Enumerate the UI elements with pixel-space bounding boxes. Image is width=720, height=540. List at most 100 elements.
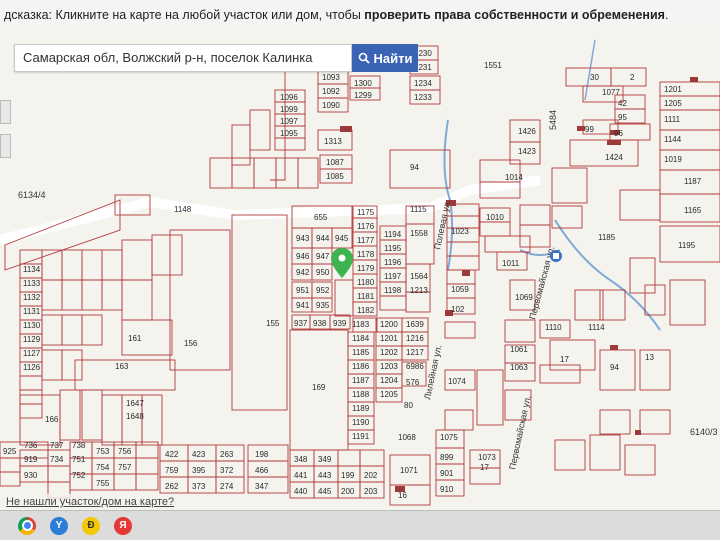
svg-text:1087: 1087 [326, 158, 344, 167]
zone-label-6134: 6134/4 [18, 190, 46, 200]
svg-text:163: 163 [115, 362, 129, 371]
map-poi-icon [550, 250, 562, 262]
svg-text:1063: 1063 [510, 363, 528, 372]
svg-text:440: 440 [294, 487, 308, 496]
yandex-disk-icon[interactable]: Ð [82, 516, 100, 535]
svg-text:262: 262 [165, 482, 179, 491]
svg-text:17: 17 [480, 463, 489, 472]
svg-text:1127: 1127 [23, 349, 41, 358]
svg-text:1217: 1217 [406, 348, 424, 357]
svg-text:441: 441 [294, 471, 308, 480]
svg-text:576: 576 [406, 378, 420, 387]
svg-text:1061: 1061 [510, 345, 528, 354]
svg-text:947: 947 [316, 252, 330, 261]
svg-text:1185: 1185 [352, 348, 370, 357]
svg-text:1111: 1111 [664, 115, 681, 124]
svg-text:422: 422 [165, 450, 179, 459]
svg-text:13: 13 [645, 353, 654, 362]
svg-text:1182: 1182 [357, 306, 375, 315]
svg-text:1426: 1426 [518, 127, 536, 136]
svg-text:1205: 1205 [664, 99, 682, 108]
svg-text:1423: 1423 [518, 147, 536, 156]
svg-text:1132: 1132 [23, 293, 41, 302]
yandex-browser-icon[interactable]: Я [114, 516, 132, 535]
svg-text:1213: 1213 [410, 286, 428, 295]
address-search-input[interactable]: Самарская обл, Волжский р-н, поселок Кал… [14, 44, 352, 72]
svg-text:930: 930 [24, 471, 38, 480]
svg-text:1195: 1195 [384, 244, 402, 253]
zone-label-6140: 6140/3 [690, 427, 718, 437]
svg-text:1189: 1189 [352, 404, 370, 413]
svg-text:443: 443 [318, 471, 332, 480]
map-canvas[interactable]: Полевая ул. Первомайская ул. Лилейная ул… [0, 30, 720, 510]
svg-text:95: 95 [618, 113, 627, 122]
svg-text:1010: 1010 [486, 213, 504, 222]
svg-text:1558: 1558 [410, 229, 428, 238]
svg-text:99: 99 [585, 125, 594, 134]
svg-text:202: 202 [364, 471, 378, 480]
svg-text:1068: 1068 [398, 433, 416, 442]
svg-text:1234: 1234 [414, 79, 432, 88]
hint-bar: дсказка: Кликните на карте на любой учас… [0, 0, 720, 30]
svg-text:734: 734 [50, 455, 64, 464]
svg-text:6986: 6986 [406, 362, 424, 371]
svg-text:751: 751 [72, 455, 86, 464]
svg-text:1129: 1129 [23, 335, 41, 344]
svg-text:1205: 1205 [380, 390, 398, 399]
svg-text:1071: 1071 [400, 466, 418, 475]
svg-text:952: 952 [316, 286, 330, 295]
svg-text:1179: 1179 [357, 264, 375, 273]
svg-text:1093: 1093 [322, 73, 340, 82]
svg-text:946: 946 [296, 252, 310, 261]
svg-text:395: 395 [192, 466, 206, 475]
svg-text:94: 94 [610, 363, 619, 372]
svg-text:1184: 1184 [352, 334, 370, 343]
svg-text:1014: 1014 [505, 173, 523, 182]
svg-text:1198: 1198 [384, 286, 402, 295]
svg-text:349: 349 [318, 455, 332, 464]
svg-text:1175: 1175 [357, 208, 375, 217]
svg-text:935: 935 [316, 301, 330, 310]
hint-bold: проверить права собственности и обремене… [364, 8, 665, 22]
svg-text:1216: 1216 [406, 334, 424, 343]
svg-text:1126: 1126 [23, 363, 41, 372]
svg-text:1181: 1181 [357, 292, 375, 301]
svg-text:1073: 1073 [478, 453, 496, 462]
svg-text:1187: 1187 [352, 376, 370, 385]
svg-text:1092: 1092 [322, 87, 340, 96]
svg-text:753: 753 [96, 447, 110, 456]
svg-text:756: 756 [118, 447, 132, 456]
left-scroll-handle-bottom[interactable] [0, 134, 11, 158]
left-scroll-handle-top[interactable] [0, 100, 11, 124]
svg-text:736: 736 [24, 441, 38, 450]
svg-text:1110: 1110 [545, 323, 562, 332]
svg-text:755: 755 [96, 479, 110, 488]
svg-text:347: 347 [255, 482, 269, 491]
svg-text:754: 754 [96, 463, 110, 472]
svg-text:1639: 1639 [406, 320, 424, 329]
svg-text:938: 938 [313, 319, 327, 328]
svg-text:1099: 1099 [280, 105, 298, 114]
svg-text:1097: 1097 [280, 117, 298, 126]
svg-text:94: 94 [410, 163, 419, 172]
svg-text:1178: 1178 [357, 250, 375, 259]
not-found-link[interactable]: Не нашли участок/дом на карте? [0, 494, 175, 510]
svg-text:1201: 1201 [664, 85, 682, 94]
svg-text:1202: 1202 [380, 348, 398, 357]
yandex-y-icon[interactable]: Y [50, 516, 68, 535]
chrome-icon[interactable] [18, 516, 36, 535]
svg-text:1090: 1090 [322, 101, 340, 110]
svg-text:17: 17 [560, 355, 569, 364]
svg-text:1095: 1095 [280, 129, 298, 138]
svg-text:910: 910 [440, 485, 454, 494]
search-button[interactable]: Найти [352, 44, 418, 72]
svg-text:1096: 1096 [280, 93, 298, 102]
svg-text:1299: 1299 [354, 91, 372, 100]
parcel-labels: 1093 1092 1090 1300 1299 1234 1233 1230 … [3, 49, 702, 500]
search-button-label: Найти [373, 50, 413, 66]
svg-text:1176: 1176 [357, 222, 375, 231]
svg-text:1564: 1564 [410, 272, 428, 281]
cadastral-map[interactable]: Полевая ул. Первомайская ул. Лилейная ул… [0, 30, 720, 510]
svg-text:757: 757 [118, 463, 132, 472]
svg-text:80: 80 [404, 401, 413, 410]
